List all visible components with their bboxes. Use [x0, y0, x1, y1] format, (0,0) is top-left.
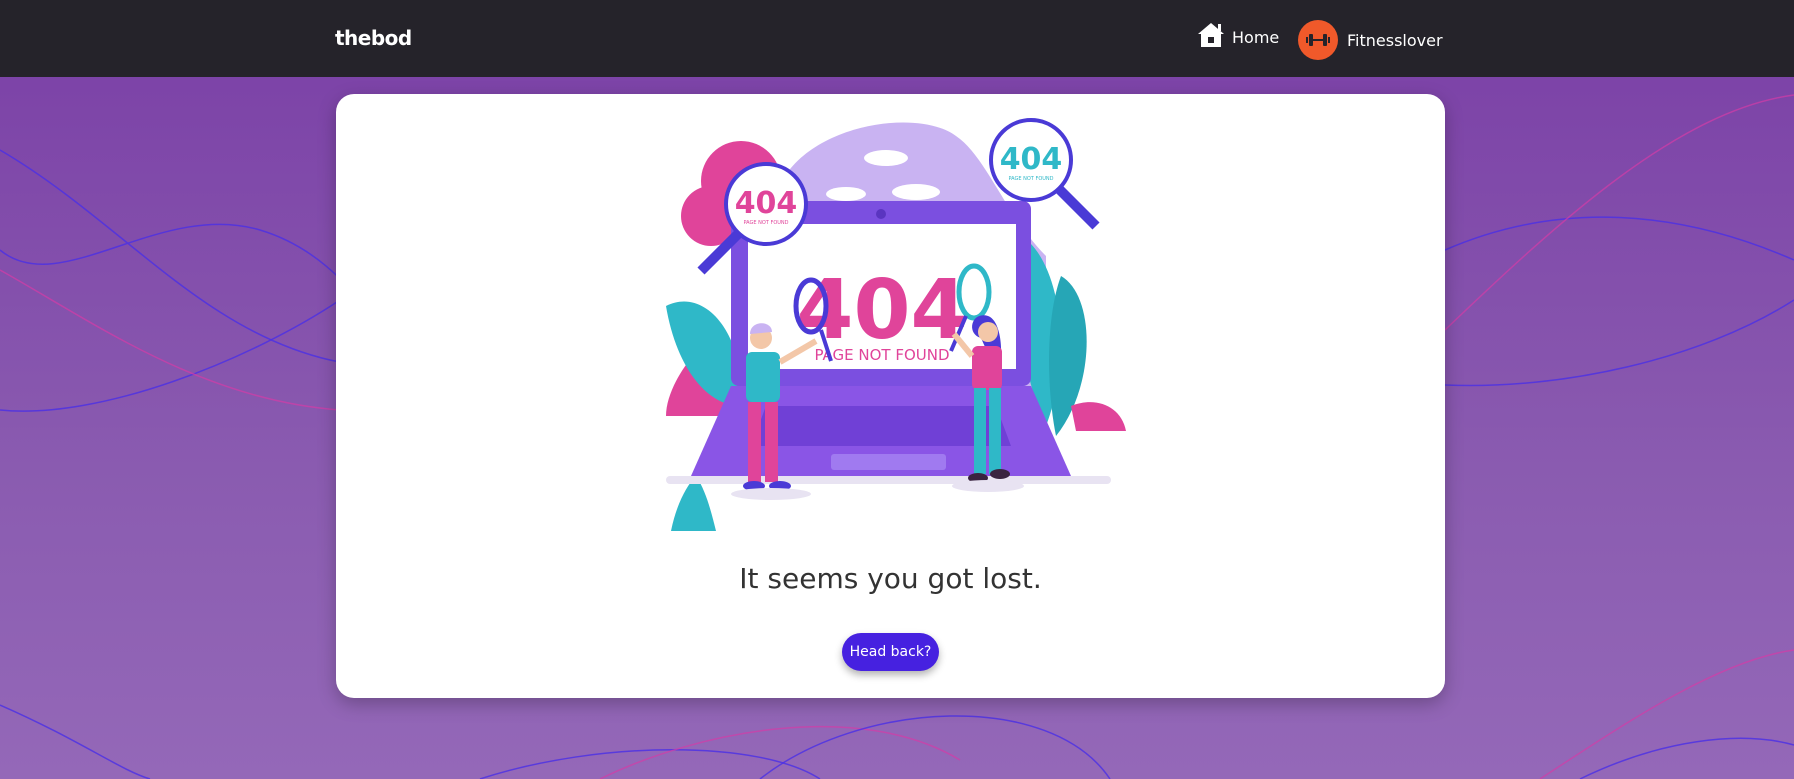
big-404-text: 404: [796, 263, 967, 358]
brand-logo-link[interactable]: thebod: [335, 26, 412, 50]
big-page-not-found-text: PAGE NOT FOUND: [814, 346, 949, 364]
avatar: [1298, 20, 1338, 60]
not-found-card: 404 PAGE NOT FOUND 404 PAGE NOT FOUND 40…: [336, 94, 1445, 698]
lens-left-404-text: 404: [735, 186, 798, 221]
nav-home-link[interactable]: Home: [1196, 22, 1279, 52]
lens-right-404-text: 404: [1000, 142, 1063, 177]
dumbbell-icon: [1306, 34, 1330, 46]
page-not-found-illustration: 404 PAGE NOT FOUND 404 PAGE NOT FOUND 40…: [666, 118, 1126, 531]
lens-right-caption-text: PAGE NOT FOUND: [1008, 176, 1053, 182]
user-name-label: Fitnesslover: [1347, 30, 1443, 50]
home-icon: [1196, 21, 1226, 53]
lens-left-caption-text: PAGE NOT FOUND: [743, 220, 788, 226]
head-back-button[interactable]: Head back?: [842, 633, 939, 671]
nav-home-label: Home: [1232, 27, 1280, 47]
lost-message: It seems you got lost.: [739, 562, 1042, 595]
user-profile-menu[interactable]: Fitnesslover: [1298, 20, 1443, 60]
top-navigation-bar: thebod Home Fitnesslover: [0, 0, 1794, 77]
